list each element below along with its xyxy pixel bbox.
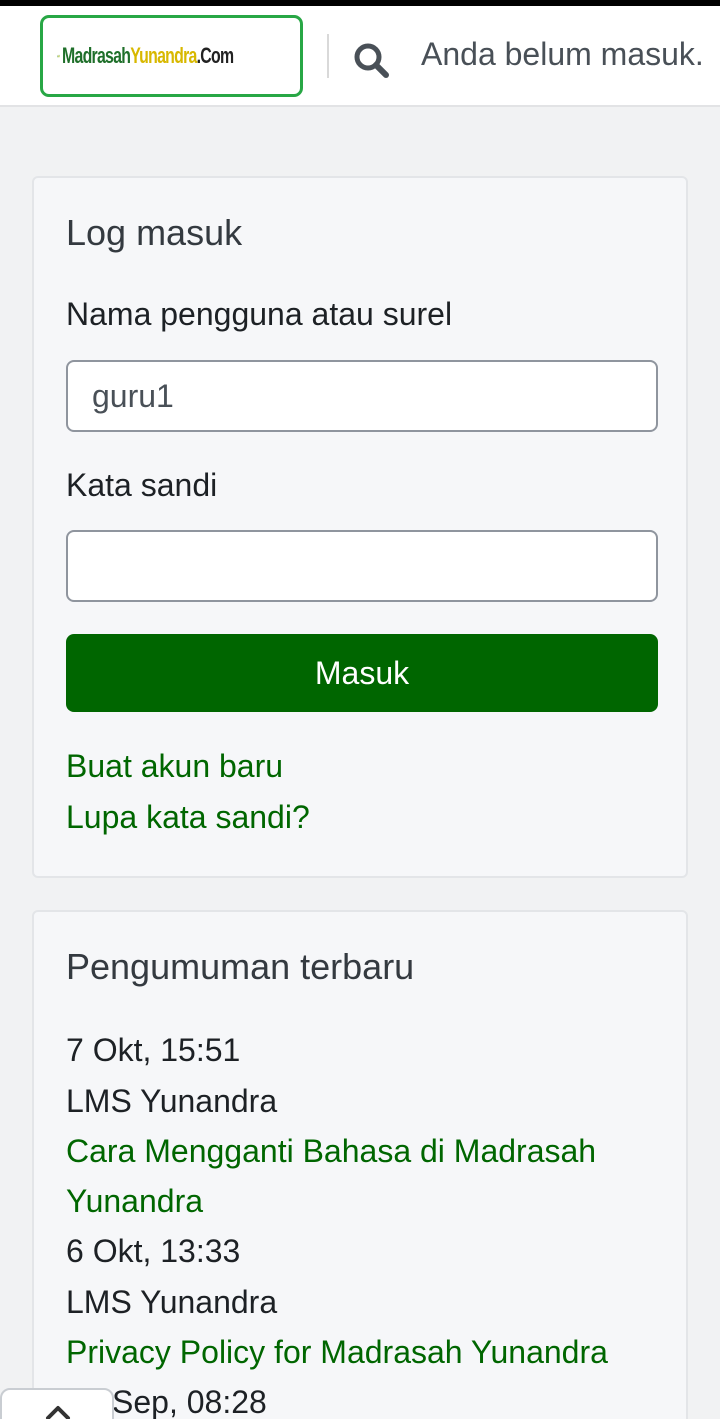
navbar: MadrasahYunandra.Com Anda belum masuk. xyxy=(0,6,720,107)
logo-mark-icon xyxy=(57,54,60,58)
password-label: Kata sandi xyxy=(66,467,218,503)
search-icon xyxy=(354,43,389,78)
username-input[interactable] xyxy=(66,360,658,432)
login-button[interactable]: Masuk xyxy=(66,634,658,712)
login-card-title: Log masuk xyxy=(66,212,243,253)
username-label: Nama pengguna atau surel xyxy=(66,296,453,332)
back-to-top-button[interactable] xyxy=(0,1388,114,1419)
announcements-title: Pengumuman terbaru xyxy=(66,946,415,987)
news-author: LMS Yunandra xyxy=(66,1284,278,1320)
news-title-link[interactable]: Cara Mengganti Bahasa di Madrasah xyxy=(66,1133,596,1170)
forgot-password-link[interactable]: Lupa kata sandi? xyxy=(66,799,310,836)
create-account-link[interactable]: Buat akun baru xyxy=(66,748,283,785)
chevron-up-icon xyxy=(46,1406,70,1419)
news-author: LMS Yunandra xyxy=(66,1083,278,1119)
logo-text: MadrasahYunandra.Com xyxy=(62,43,234,68)
news-title-link[interactable]: Privacy Policy for Madrasah Yunandra xyxy=(66,1334,608,1371)
password-input[interactable] xyxy=(66,530,658,602)
news-date: 6 Okt, 13:33 xyxy=(66,1233,241,1269)
news-date: Sep, 08:28 xyxy=(112,1384,267,1419)
login-card: Log masuk Nama pengguna atau surel Kata … xyxy=(32,176,688,878)
news-title-link[interactable]: Yunandra xyxy=(66,1183,203,1220)
search-button[interactable] xyxy=(352,40,392,80)
news-date: 7 Okt, 15:51 xyxy=(66,1032,241,1068)
navbar-divider xyxy=(327,34,329,78)
announcements-card: Pengumuman terbaru 7 Okt, 15:51 LMS Yuna… xyxy=(32,910,688,1419)
login-status-text: Anda belum masuk. xyxy=(421,36,704,72)
site-logo[interactable]: MadrasahYunandra.Com xyxy=(40,15,303,97)
